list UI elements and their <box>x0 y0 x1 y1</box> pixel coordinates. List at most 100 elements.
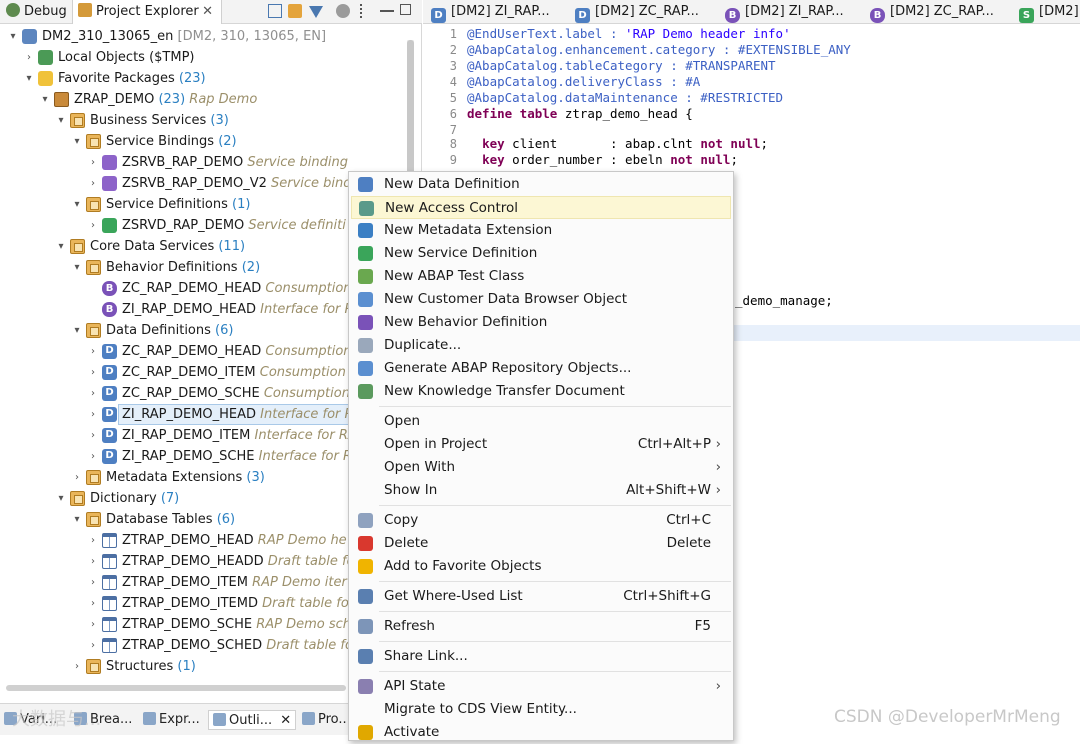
chevron-down-icon[interactable]: ▾ <box>72 194 82 215</box>
horizontal-scrollbar[interactable] <box>6 685 346 691</box>
close-icon[interactable]: ✕ <box>202 0 213 24</box>
chevron-right-icon[interactable]: › <box>24 47 34 68</box>
menu-item[interactable]: Show In Alt+Shift+W › <box>351 479 731 502</box>
item-count: (1) <box>227 197 251 212</box>
chevron-down-icon[interactable]: ▾ <box>72 257 82 278</box>
menu-item-label: Duplicate... <box>384 337 462 353</box>
chevron-down-icon[interactable]: ▾ <box>24 68 34 89</box>
tree-item-label: ZTRAP_DEMO_HEAD RAP Demo he <box>122 530 347 551</box>
tree-item[interactable]: ▾ Service Bindings (2) <box>0 131 410 152</box>
more-options-icon[interactable] <box>360 4 364 18</box>
chevron-down-icon[interactable]: ▾ <box>72 320 82 341</box>
menu-item[interactable]: Open in Project Ctrl+Alt+P › <box>351 433 731 456</box>
chevron-right-icon[interactable]: › <box>88 152 98 173</box>
editor-tab[interactable]: D [DM2] ZC_RAP... <box>575 0 699 24</box>
item-name: Metadata Extensions <box>106 470 243 485</box>
menu-item[interactable]: New Data Definition <box>351 173 731 196</box>
chevron-right-icon[interactable]: › <box>88 404 98 425</box>
menu-item[interactable]: New Metadata Extension <box>351 219 731 242</box>
menu-item[interactable]: Generate ABAP Repository Objects... <box>351 357 731 380</box>
menu-item[interactable]: Get Where-Used List Ctrl+Shift+G <box>351 585 731 608</box>
menu-item[interactable]: Activate <box>351 721 731 744</box>
metadata-extension-icon <box>358 223 373 238</box>
chevron-right-icon[interactable]: › <box>88 572 98 593</box>
menu-item[interactable]: Migrate to CDS View Entity... <box>351 698 731 721</box>
tree-item[interactable]: ▾ Favorite Packages (23) <box>0 68 410 89</box>
menu-item[interactable]: New Service Definition <box>351 242 731 265</box>
menu-item[interactable]: Open <box>351 410 731 433</box>
chevron-right-icon[interactable]: › <box>88 446 98 467</box>
chevron-down-icon[interactable]: ▾ <box>72 131 82 152</box>
chevron-down-icon[interactable]: ▾ <box>8 26 18 47</box>
editor-tab[interactable]: B [DM2] ZI_RAP... <box>725 0 844 24</box>
collapse-all-icon[interactable] <box>268 4 282 18</box>
chevron-right-icon[interactable]: › <box>88 614 98 635</box>
menu-item[interactable]: New ABAP Test Class <box>351 265 731 288</box>
tree-item-label: ZC_RAP_DEMO_HEAD Consumption <box>122 341 352 362</box>
tab-properties[interactable]: Pro... <box>302 710 351 730</box>
chevron-right-icon[interactable]: › <box>88 635 98 656</box>
chevron-down-icon[interactable]: ▾ <box>56 110 66 131</box>
package-icon <box>54 92 69 107</box>
chevron-right-icon[interactable]: › <box>88 593 98 614</box>
menu-item[interactable]: New Customer Data Browser Object <box>351 288 731 311</box>
tree-item[interactable]: › ZSRVB_RAP_DEMO Service binding <box>0 152 410 173</box>
tree-item[interactable]: › Local Objects ($TMP) <box>0 47 410 68</box>
menu-item[interactable]: Add to Favorite Objects <box>351 555 731 578</box>
menu-item[interactable]: Open With › <box>351 456 731 479</box>
chevron-down-icon[interactable]: ▾ <box>40 89 50 110</box>
code-text: @AbapCatalog.tableCategory : #TRANSPAREN… <box>467 58 776 74</box>
view-menu-icon[interactable] <box>336 4 350 18</box>
editor-tab[interactable]: S [DM2] <box>1019 0 1079 24</box>
filter-icon[interactable] <box>309 6 323 18</box>
link-with-editor-icon[interactable] <box>288 4 302 18</box>
api-state-icon <box>358 679 373 694</box>
behavior-definition-icon: B <box>102 281 117 296</box>
chevron-right-icon[interactable]: › <box>88 173 98 194</box>
menu-separator <box>379 641 731 642</box>
tree-item-label: Local Objects ($TMP) <box>58 47 194 68</box>
close-icon[interactable]: ✕ <box>280 713 291 728</box>
menu-item[interactable]: New Behavior Definition <box>351 311 731 334</box>
menu-item[interactable]: Refresh F5 <box>351 615 731 638</box>
chevron-right-icon[interactable]: › <box>88 215 98 236</box>
chevron-down-icon[interactable]: ▾ <box>56 488 66 509</box>
menu-item[interactable]: Delete Delete <box>351 532 731 555</box>
tree-item[interactable]: ▾ Business Services (3) <box>0 110 410 131</box>
tab-debug[interactable]: Debug <box>6 0 67 24</box>
item-name: ZTRAP_DEMO_SCHE <box>122 617 253 632</box>
chevron-down-icon[interactable]: ▾ <box>72 509 82 530</box>
menu-item[interactable]: New Access Control <box>351 196 731 219</box>
maximize-icon[interactable] <box>400 4 411 15</box>
item-description: Interface for RA <box>250 428 357 443</box>
folder-icon <box>86 470 101 485</box>
tree-item-label: ZI_RAP_DEMO_HEAD Interface for R <box>122 404 354 425</box>
editor-tab[interactable]: B [DM2] ZC_RAP... <box>870 0 994 24</box>
test-class-icon <box>358 269 373 284</box>
minimize-icon[interactable] <box>380 10 394 12</box>
chevron-down-icon[interactable]: ▾ <box>56 236 66 257</box>
chevron-right-icon[interactable]: › <box>88 383 98 404</box>
chevron-right-icon[interactable]: › <box>88 341 98 362</box>
table-icon <box>102 533 117 548</box>
chevron-right-icon[interactable]: › <box>72 467 82 488</box>
tab-outline[interactable]: Outli... ✕ <box>208 710 297 730</box>
tab-expressions[interactable]: Expr... <box>143 710 200 730</box>
item-name: Service Definitions <box>106 197 228 212</box>
tab-project-explorer[interactable]: Project Explorer ✕ <box>72 0 222 24</box>
menu-item[interactable]: Copy Ctrl+C <box>351 509 731 532</box>
chevron-right-icon[interactable]: › <box>88 425 98 446</box>
tree-item[interactable]: ▾ ZRAP_DEMO (23) Rap Demo <box>0 89 410 110</box>
chevron-right-icon[interactable]: › <box>88 530 98 551</box>
behavior-definition-icon <box>358 315 373 330</box>
chevron-right-icon[interactable]: › <box>72 656 82 677</box>
menu-item[interactable]: API State › <box>351 675 731 698</box>
chevron-right-icon[interactable]: › <box>88 551 98 572</box>
menu-item[interactable]: Duplicate... <box>351 334 731 357</box>
chevron-right-icon[interactable]: › <box>88 362 98 383</box>
tree-item[interactable]: ▾ DM2_310_13065_en [DM2, 310, 13065, EN] <box>0 26 410 47</box>
menu-item[interactable]: Share Link... <box>351 645 731 668</box>
menu-item[interactable]: New Knowledge Transfer Document <box>351 380 731 403</box>
editor-tab[interactable]: D [DM2] ZI_RAP... <box>431 0 550 24</box>
item-name: Data Definitions <box>106 323 211 338</box>
